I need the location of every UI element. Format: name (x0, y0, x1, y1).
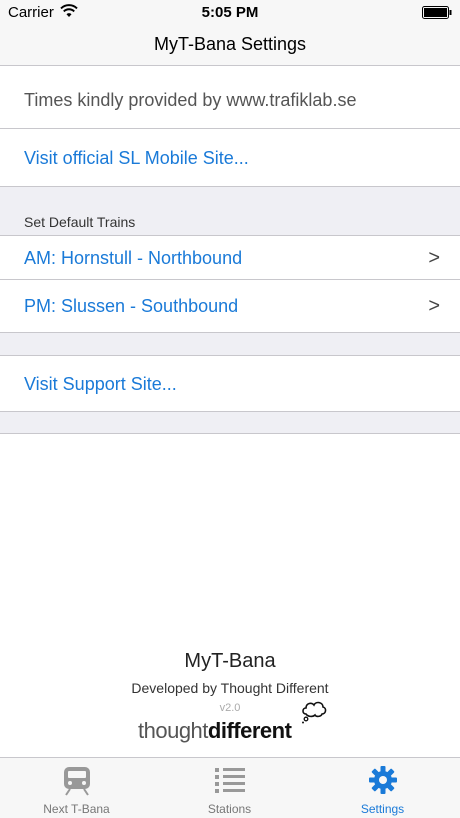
tab-settings[interactable]: Settings (306, 758, 459, 818)
battery-icon (422, 6, 452, 19)
tab-next-t-bana[interactable]: Next T-Bana (0, 758, 153, 818)
gear-icon (369, 766, 397, 794)
support-site-link[interactable]: Visit Support Site... (24, 374, 177, 395)
train-icon (64, 767, 90, 796)
tab-label: Settings (360, 802, 405, 816)
sl-site-link[interactable]: Visit official SL Mobile Site... (24, 148, 249, 169)
thought-different-logo: thoughtdifferent (138, 700, 328, 744)
tab-stations[interactable]: Stations (153, 758, 306, 818)
credit-row: Times kindly provided by www.trafiklab.s… (0, 66, 460, 129)
status-bar: Carrier 5:05 PM (0, 0, 460, 26)
chevron-right-icon: > (428, 295, 440, 317)
tab-bar: Next T-Bana Stations Settings (0, 757, 460, 818)
developer-credit: Developed by Thought Different (131, 680, 329, 696)
sl-site-link-row[interactable]: Visit official SL Mobile Site... (0, 129, 460, 187)
page-title: MyT-Bana Settings (153, 34, 307, 54)
default-train-pm-label[interactable]: PM: Slussen - Southbound (24, 296, 238, 317)
logo-text-different: different (207, 718, 292, 743)
credit-text: Times kindly provided by www.trafiklab.s… (24, 90, 357, 110)
logo-text-thought: thought (138, 718, 208, 743)
clock: 5:05 PM (201, 4, 259, 21)
tab-label: Stations (207, 802, 252, 816)
section-header-default-trains: Set Default Trains (24, 214, 136, 230)
list-icon (215, 768, 245, 793)
default-train-am-label[interactable]: AM: Hornstull - Northbound (24, 248, 242, 269)
chevron-right-icon: > (428, 247, 440, 269)
support-site-link-row[interactable]: Visit Support Site... (0, 355, 460, 412)
default-train-am-row[interactable]: AM: Hornstull - Northbound > (0, 235, 460, 280)
app-name: MyT-Bana (184, 650, 276, 672)
tab-label: Next T-Bana (43, 802, 110, 816)
navigation-bar: MyT-Bana Settings (0, 26, 460, 66)
default-train-pm-row[interactable]: PM: Slussen - Southbound > (0, 280, 460, 333)
thought-bubble-icon (302, 701, 327, 724)
